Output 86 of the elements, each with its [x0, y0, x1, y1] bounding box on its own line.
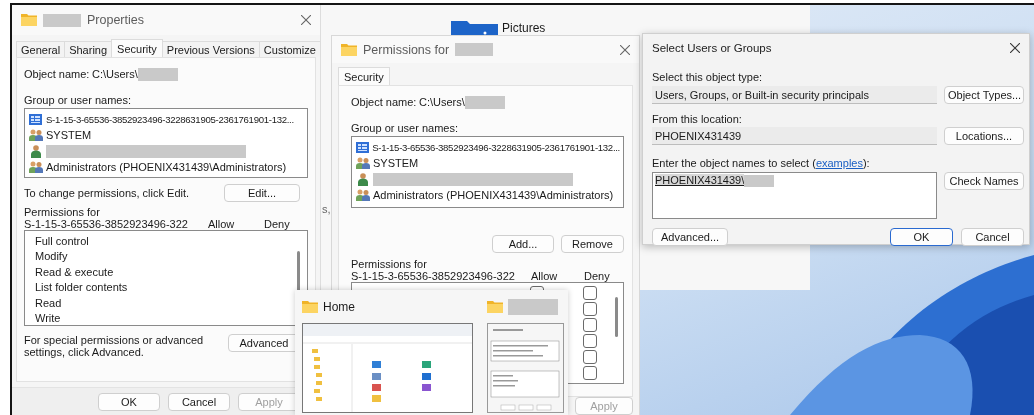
- permission-item[interactable]: Modify: [35, 249, 307, 265]
- object-type-field: Users, Groups, or Built-in security principals: [652, 86, 937, 104]
- account-sid: S-1-15-3-65536-3852923496-322: [351, 270, 516, 282]
- scrollbar-thumb[interactable]: [615, 297, 618, 337]
- field-label: Object name:: [24, 68, 91, 80]
- grid-icon: [29, 113, 42, 125]
- principal-item[interactable]: SYSTEM: [355, 155, 620, 171]
- column-header: Allow: [208, 218, 236, 230]
- permission-item[interactable]: List folder contents: [35, 280, 307, 296]
- user-icon: [30, 144, 41, 158]
- principal-item[interactable]: S-1-15-3-65536-3852923496-3228631905-2361761901-132...: [28, 111, 304, 127]
- folder-name: Pictures: [502, 21, 546, 35]
- tab[interactable]: Sharing: [64, 41, 113, 57]
- object-path: C:\Users\: [92, 68, 138, 80]
- redaction-block: [455, 43, 494, 56]
- section-label: Group or user names:: [24, 94, 132, 106]
- remove-button[interactable]: Remove: [561, 235, 624, 253]
- users-icon: [355, 189, 370, 201]
- tab[interactable]: General: [16, 41, 66, 57]
- window-title: Permissions for: [363, 42, 450, 57]
- section-label: Group or user names:: [351, 122, 459, 134]
- tab[interactable]: Security: [111, 39, 163, 57]
- checkbox[interactable]: [583, 302, 597, 316]
- tab[interactable]: Security: [338, 67, 390, 85]
- redaction-block: [137, 67, 178, 81]
- section-label: Permissions for: [24, 206, 101, 218]
- permission-item[interactable]: Read & execute: [35, 264, 307, 281]
- dialog-button[interactable]: Advanced...: [652, 228, 728, 246]
- window-title: Select Users or Groups: [652, 41, 772, 54]
- window-preview[interactable]: [487, 298, 564, 415]
- object-types-button[interactable]: Object Types...: [944, 86, 1024, 104]
- checkbox[interactable]: [583, 366, 597, 380]
- add-button[interactable]: Add...: [492, 235, 554, 253]
- checkbox[interactable]: [583, 286, 597, 300]
- folder-icon: [21, 14, 37, 26]
- location-field: PHOENIX431439: [652, 127, 937, 145]
- checkbox[interactable]: [583, 350, 597, 364]
- check-names-button[interactable]: Check Names: [944, 172, 1024, 190]
- edit-button[interactable]: Edit...: [224, 184, 300, 202]
- folder-icon: [341, 43, 357, 56]
- column-header: Allow: [531, 270, 559, 282]
- principal-item[interactable]: SYSTEM: [28, 127, 304, 143]
- users-icon: [28, 161, 43, 173]
- grid-icon: [355, 141, 369, 153]
- field-label: Object name:: [351, 96, 418, 108]
- redaction-block: [508, 299, 558, 315]
- tab[interactable]: Customize: [258, 41, 321, 57]
- permission-item[interactable]: Full control: [35, 234, 307, 250]
- tab[interactable]: Previous Versions: [161, 41, 260, 57]
- truncated-text: s,: [322, 203, 331, 215]
- principal-item[interactable]: Administrators (PHOENIX431439\Administrators): [28, 159, 304, 175]
- field-label: Enter the object names to select (examples):: [652, 157, 871, 169]
- field-label: From this location:: [652, 113, 743, 125]
- dialog-button[interactable]: Cancel: [961, 228, 1024, 246]
- redaction-block: [43, 13, 81, 27]
- object-names-field[interactable]: PHOENIX431439\: [652, 172, 937, 219]
- close-icon[interactable]: [1010, 42, 1020, 53]
- principal-item[interactable]: Administrators (PHOENIX431439\Administrators): [355, 187, 620, 203]
- folder-icon: [487, 301, 503, 313]
- dialog-button[interactable]: Cancel: [168, 392, 230, 411]
- users-icon: [355, 157, 370, 169]
- dialog-button[interactable]: OK: [98, 392, 160, 411]
- checkbox[interactable]: [583, 334, 597, 348]
- users-icon: [28, 129, 43, 141]
- hint-text: For special permissions or advanced settings, click Advanced.: [24, 334, 205, 358]
- dialog-button[interactable]: OK: [890, 228, 953, 246]
- close-icon[interactable]: [620, 44, 630, 55]
- column-header: Deny: [264, 218, 291, 230]
- principal-item[interactable]: S-1-15-3-65536-3852923496-3228631905-2361761901-132...: [355, 139, 620, 155]
- section-label: Permissions for: [351, 258, 428, 270]
- locations-button[interactable]: Locations...: [944, 127, 1024, 145]
- object-path: C:\Users\: [419, 96, 465, 108]
- account-sid: S-1-15-3-65536-3852923496-322: [24, 218, 189, 230]
- hint-text: To change permissions, click Edit.: [24, 187, 190, 199]
- user-icon: [357, 172, 368, 186]
- folder-icon: [302, 301, 318, 313]
- window-title: Home: [323, 300, 355, 314]
- window-title: Properties: [87, 13, 144, 27]
- column-header: Deny: [584, 270, 611, 282]
- close-icon[interactable]: [301, 15, 311, 25]
- scrollbar-thumb[interactable]: [297, 251, 300, 291]
- redaction-block: [464, 95, 505, 109]
- field-label: Select this object type:: [652, 71, 764, 83]
- checkbox[interactable]: [583, 318, 597, 332]
- window-preview[interactable]: Home: [302, 298, 473, 415]
- redaction-block: [744, 175, 775, 188]
